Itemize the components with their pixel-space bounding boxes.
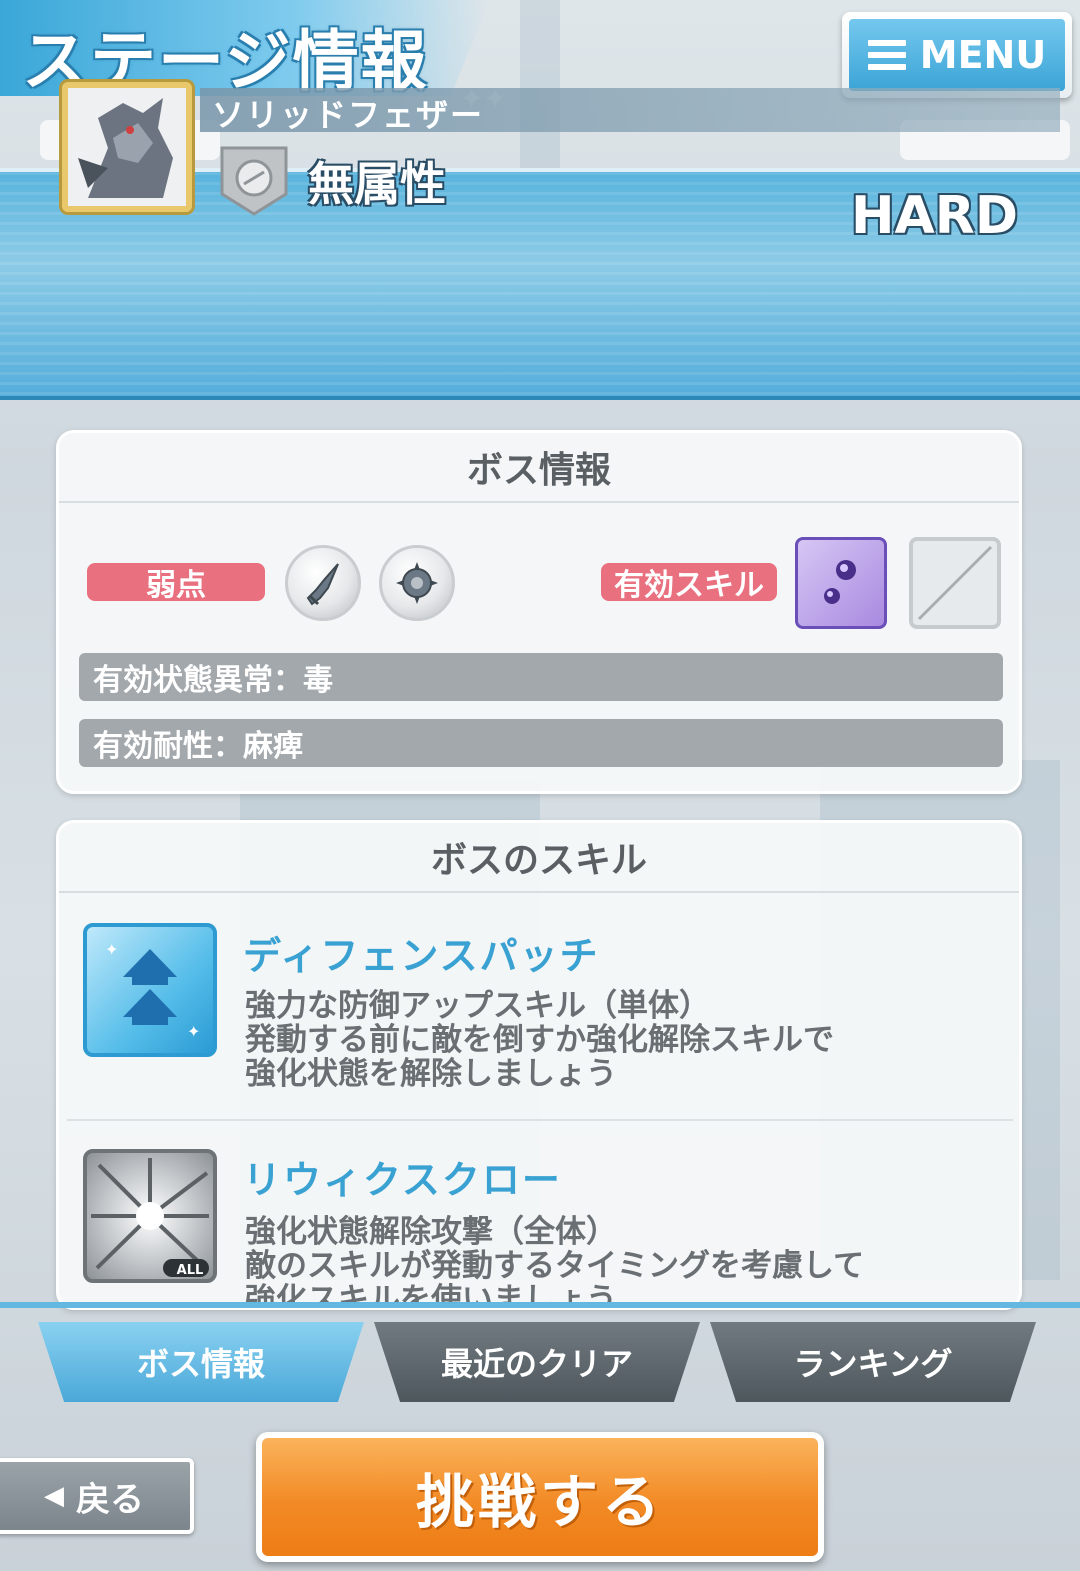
empty-skill-slot — [909, 537, 1001, 629]
skill-desc-line: 強力な防御アップスキル（単体） — [245, 988, 710, 1024]
tab-recent-clear-label: 最近のクリア — [440, 1345, 633, 1383]
boss-name: ソリッドフェザー — [212, 96, 485, 134]
weakness-tag: 弱点 — [87, 563, 265, 603]
boss-skills-panel: ボスのスキル ✦ ✦ ディフェンスパッチ 強力な防御アップスキル（単体） 発動す… — [56, 820, 1022, 1310]
defense-up-skill-icon: ✦ ✦ — [83, 923, 217, 1057]
menu-button[interactable]: MENU — [842, 12, 1072, 98]
skill-desc-line: 強化状態を解除しましょう — [245, 1056, 617, 1092]
skill-name: リウィクスクロー — [243, 1158, 562, 1202]
attribute-label: 無属性 — [308, 157, 446, 211]
tab-recent-clear[interactable]: 最近のクリア — [374, 1322, 700, 1402]
difficulty-label: HARD — [851, 186, 1018, 246]
svg-text:✦: ✦ — [187, 1022, 200, 1041]
challenge-button[interactable]: 挑戦する — [256, 1432, 824, 1562]
challenge-label: 挑戦する — [415, 1468, 664, 1536]
skill-desc-line: 敵のスキルが発動するタイミングを考慮して — [245, 1248, 865, 1284]
skill-desc-line: 発動する前に敵を倒すか強化解除スキルで — [245, 1022, 834, 1058]
svg-text:✦: ✦ — [105, 940, 118, 959]
back-label: 戻る — [76, 1479, 144, 1520]
skill-name: ディフェンスパッチ — [243, 934, 600, 978]
burst-attack-skill-icon: ALL — [83, 1149, 217, 1283]
pierce-weapon-icon[interactable] — [285, 545, 361, 621]
skill-item: ALL リウィクスクロー 強化状態解除攻撃（全体） 敵のスキルが発動するタイミン… — [83, 1149, 1003, 1307]
tab-boss-info[interactable]: ボス情報 — [38, 1322, 364, 1402]
menu-label: MENU — [919, 33, 1047, 77]
tab-boss-info-label: ボス情報 — [136, 1345, 265, 1383]
boss-skills-title: ボスのスキル — [59, 823, 1019, 893]
boss-info-title: ボス情報 — [59, 433, 1019, 503]
status-ailment-row: 有効状態異常：毒 — [79, 653, 1003, 701]
effective-skill-icon[interactable] — [795, 537, 887, 629]
boss-info-panel: ボス情報 弱点 有効スキル 有効状態異常：毒 有効耐性：麻痺 — [56, 430, 1022, 794]
tab-ranking[interactable]: ランキング — [710, 1322, 1036, 1402]
skill-item: ✦ ✦ ディフェンスパッチ 強力な防御アップスキル（単体） 発動する前に敵を倒す… — [83, 923, 1003, 1113]
tab-ranking-label: ランキング — [793, 1345, 953, 1383]
boss-portrait — [62, 82, 192, 212]
skill-desc-line: 強化状態解除攻撃（全体） — [245, 1214, 617, 1250]
divider — [67, 1119, 1013, 1121]
hamburger-icon — [867, 40, 906, 70]
back-arrow-icon: ◀ — [44, 1481, 64, 1511]
resistance-row: 有効耐性：麻痺 — [79, 719, 1003, 767]
effective-skill-tag: 有効スキル — [601, 563, 777, 603]
tab-bar: ボス情報 最近のクリア ランキング — [0, 1302, 1080, 1412]
no-attribute-icon — [216, 142, 292, 218]
back-button[interactable]: ◀ 戻る — [0, 1458, 194, 1534]
all-badge: ALL — [176, 1263, 204, 1278]
strike-weapon-icon[interactable] — [379, 545, 455, 621]
